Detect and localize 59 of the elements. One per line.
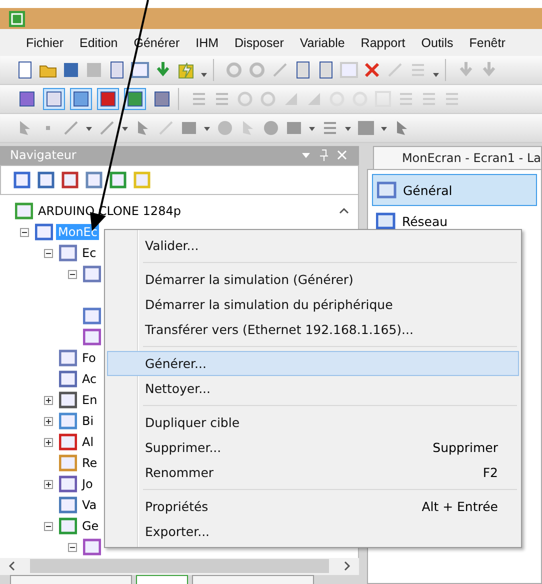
list-item[interactable]: Général [372, 174, 537, 206]
menu-item[interactable]: Variable [292, 36, 353, 50]
expander-icon[interactable] [44, 522, 56, 531]
expander-icon[interactable] [44, 416, 56, 426]
delete-icon[interactable] [363, 61, 381, 79]
menu-item[interactable]: Rapport [352, 36, 414, 50]
polyline-icon[interactable] [98, 119, 116, 137]
tree-item[interactable]: Fo [80, 350, 98, 366]
tree-item[interactable]: Ac [80, 371, 99, 388]
panel-title: Navigateur [10, 148, 78, 162]
tree-item[interactable]: Jo [80, 476, 95, 492]
tree-item[interactable]: Al [80, 434, 96, 450]
scrollbar[interactable] [0, 558, 359, 575]
menu-item[interactable]: Dupliquer cible [107, 410, 519, 435]
menu-item[interactable]: Disposer [226, 36, 292, 50]
window-icon[interactable] [131, 61, 149, 79]
menu-item[interactable]: Nettoyer... [107, 376, 519, 401]
document-tab[interactable]: MonEcran - Ecran1 - La [372, 146, 542, 169]
scroll-right-icon[interactable] [342, 561, 351, 572]
rectangle-icon[interactable] [180, 119, 198, 137]
menu-item[interactable]: Fenêtr [461, 36, 514, 50]
menu-item[interactable]: Démarrer la simulation (Générer) [107, 267, 519, 292]
menu-item[interactable]: Exporter... [107, 519, 519, 544]
menu-item[interactable]: Démarrer la simulation du périphérique [107, 292, 519, 317]
expander-icon[interactable] [68, 542, 80, 552]
list-icon[interactable] [321, 119, 339, 137]
app-icon [9, 10, 25, 26]
menu-item[interactable]: Propriétés Alt + Entrée [107, 494, 519, 519]
tree-item[interactable]: Ec [80, 245, 98, 262]
tree-item[interactable]: Bi [80, 413, 96, 430]
close-icon[interactable] [336, 150, 347, 160]
menu-item[interactable]: IHM [188, 36, 227, 50]
tree-item[interactable]: Va [80, 497, 99, 514]
tree-item[interactable]: En [80, 392, 100, 408]
menu-item[interactable]: Valider... [107, 233, 519, 258]
menu-item[interactable]: Renommer F2 [107, 460, 519, 485]
window-icon [376, 181, 397, 199]
tree-item[interactable]: Re [80, 455, 100, 472]
line-icon[interactable] [62, 119, 80, 137]
document-icon[interactable] [16, 61, 34, 79]
menu-item[interactable]: Générer... [107, 351, 519, 376]
expander-icon[interactable] [20, 228, 32, 237]
circle-icon[interactable] [216, 119, 234, 137]
menu-item[interactable]: Edition [72, 36, 126, 50]
menu-item[interactable]: Fichier [18, 36, 72, 50]
expander-icon[interactable] [44, 396, 56, 405]
expander-icon[interactable] [44, 438, 56, 447]
scroll-up-icon[interactable] [338, 206, 349, 215]
menu-item[interactable]: Outils [413, 36, 462, 50]
tree-item[interactable]: Ge [80, 518, 101, 534]
pin-icon[interactable] [318, 149, 329, 162]
menu-item[interactable]: Supprimer... Supprimer [107, 435, 519, 460]
expander-icon[interactable] [68, 270, 80, 279]
list-item[interactable]: Réseau [372, 206, 537, 236]
expander-icon[interactable] [44, 248, 56, 258]
menu-item[interactable]: Transférer vers (Ethernet 192.168.1.165)... [107, 317, 519, 342]
window-icon [35, 223, 53, 242]
expander-icon[interactable] [44, 480, 56, 489]
scroll-left-icon[interactable] [8, 561, 16, 572]
